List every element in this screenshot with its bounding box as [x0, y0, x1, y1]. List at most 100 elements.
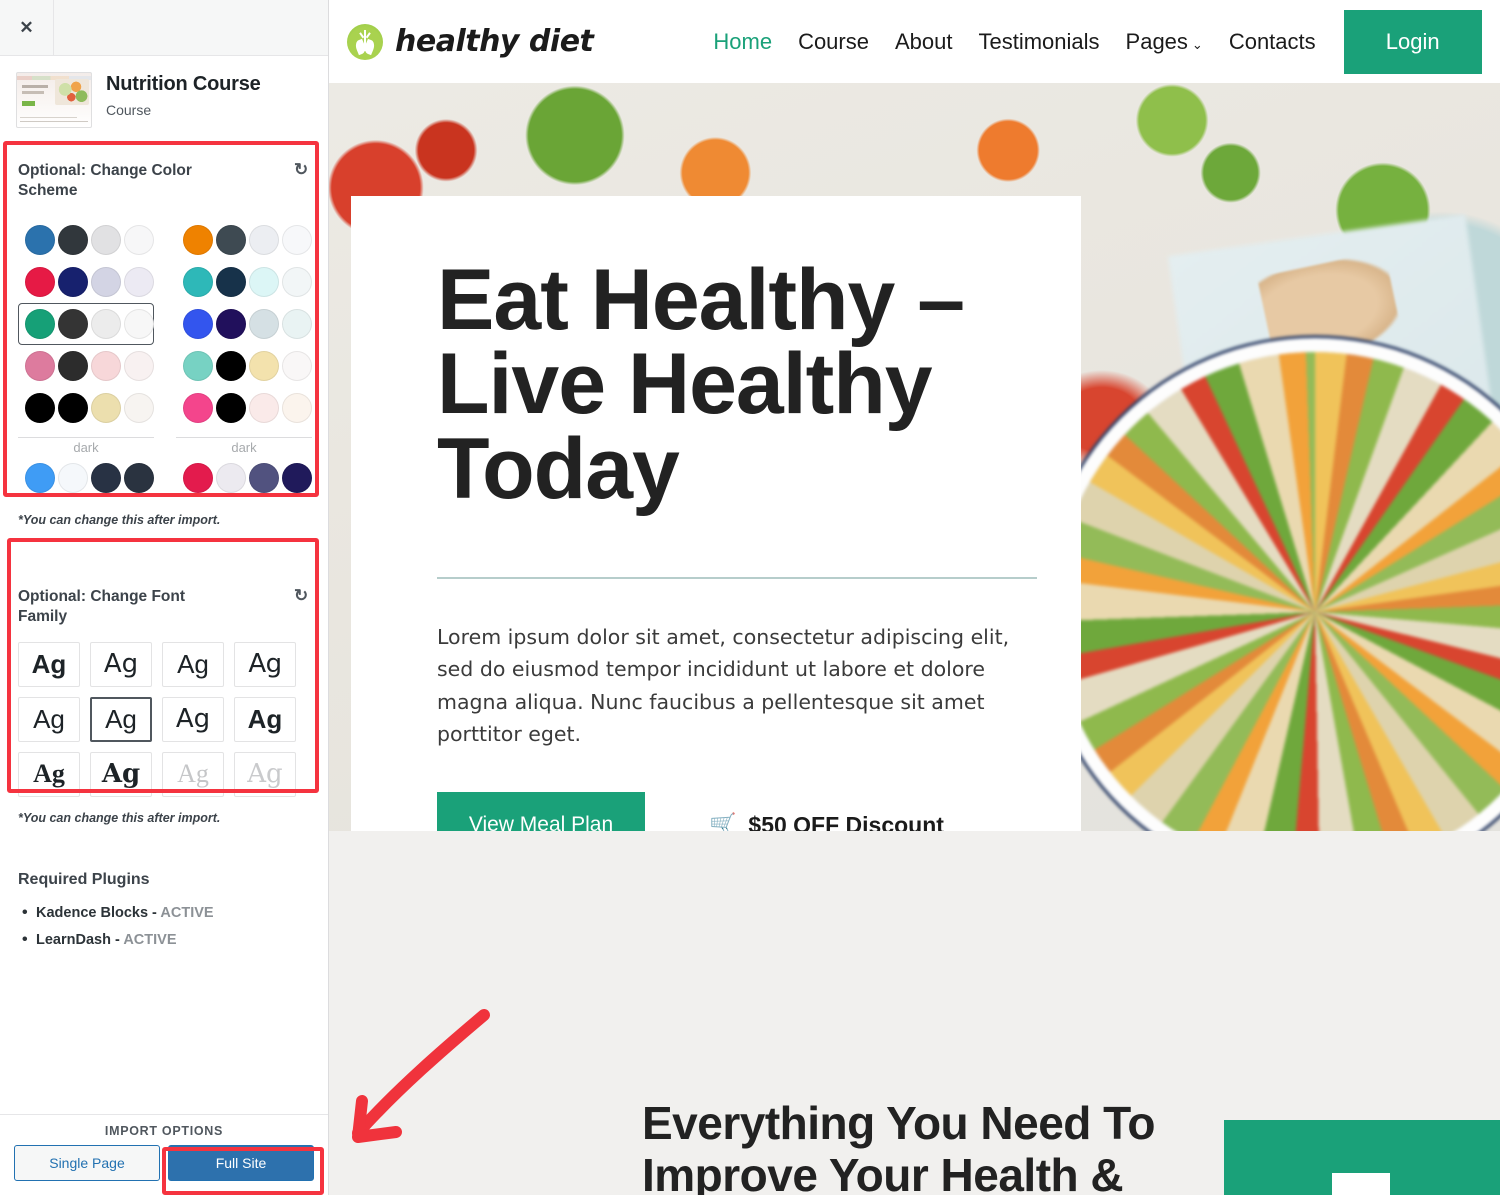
template-summary: Nutrition Course Course: [0, 56, 328, 142]
plugin-list: Kadence Blocks - ACTIVELearnDash - ACTIV…: [18, 904, 310, 949]
font-option-2[interactable]: Ag: [162, 641, 224, 687]
nav-item-testimonials[interactable]: Testimonials: [978, 29, 1099, 55]
color-swatch: [249, 225, 279, 256]
color-swatch: [91, 267, 121, 298]
hero-headline: Eat Healthy – Live Healthy Today: [437, 252, 965, 517]
color-palette-grid: dark dark: [18, 219, 312, 499]
color-palette-left-dark0[interactable]: [18, 457, 154, 499]
color-swatch: [216, 267, 246, 298]
feature-card-notch: [1332, 1173, 1390, 1195]
salad-plate: [1055, 352, 1500, 873]
hero-divider: [437, 576, 1037, 579]
feature-card-teal: [1224, 1120, 1500, 1195]
logo-ray-right: [365, 31, 371, 38]
color-swatch: [282, 267, 312, 298]
nav-item-about[interactable]: About: [895, 29, 953, 55]
template-type: Course: [106, 102, 152, 118]
color-swatch: [183, 267, 213, 298]
color-swatch: [183, 463, 213, 494]
reset-font-icon[interactable]: ↺: [292, 586, 310, 605]
reset-color-icon[interactable]: ↺: [292, 160, 310, 179]
color-palette-right-3[interactable]: [176, 345, 312, 387]
hero-card: Eat Healthy – Live Healthy Today Lorem i…: [351, 196, 1081, 906]
divider: [176, 437, 312, 439]
nav-item-home[interactable]: Home: [713, 29, 772, 55]
font-option-0[interactable]: Ag: [18, 641, 80, 687]
color-swatch: [183, 351, 213, 382]
color-swatch: [124, 309, 154, 340]
template-meta: Nutrition Course Course: [106, 72, 261, 118]
color-palette-left-2[interactable]: [18, 303, 154, 346]
color-swatch: [282, 463, 312, 494]
color-palette-right-0[interactable]: [176, 219, 312, 261]
nav-label: Testimonials: [978, 28, 1100, 54]
color-palette-right-1[interactable]: [176, 261, 312, 303]
color-swatch: [183, 225, 213, 256]
color-palette-left-0[interactable]: [18, 219, 154, 261]
font-option-8[interactable]: Ag: [18, 751, 80, 797]
color-note: *You can change this after import.: [18, 513, 221, 528]
section-heading: Everything You Need To Improve Your Heal…: [642, 1097, 1155, 1195]
site-logo[interactable]: healthy diet: [347, 23, 594, 60]
font-option-11[interactable]: Ag: [234, 751, 296, 797]
font-option-10[interactable]: Ag: [162, 751, 224, 797]
nav-item-contacts[interactable]: Contacts: [1229, 29, 1316, 55]
color-swatch: [58, 393, 88, 424]
nav-item-course[interactable]: Course: [798, 29, 869, 55]
color-palette-left-1[interactable]: [18, 261, 154, 303]
font-family-header: Optional: Change Font Family ↺: [18, 586, 310, 627]
color-swatch: [91, 309, 121, 340]
color-palette-right-4[interactable]: [176, 387, 312, 429]
color-swatch: [124, 393, 154, 424]
close-icon[interactable]: ✕: [0, 0, 54, 55]
color-swatch: [25, 351, 55, 382]
plugin-status: ACTIVE: [160, 904, 214, 921]
font-option-9[interactable]: Ag: [90, 751, 152, 797]
full-site-button[interactable]: Full Site: [168, 1145, 314, 1181]
color-swatch: [91, 225, 121, 256]
font-family-label: Optional: Change Font Family: [18, 588, 186, 626]
site-header: healthy diet Home Course About Testimonials…: [329, 0, 1500, 83]
nav-label: About: [894, 28, 953, 54]
color-swatch: [124, 351, 154, 382]
thumbnail-bar-1: [20, 121, 88, 122]
login-button[interactable]: Login: [1343, 9, 1482, 74]
color-swatch: [216, 309, 246, 340]
chevron-down-icon: ⌄: [1191, 36, 1203, 52]
palette-column-right: dark: [176, 219, 312, 499]
color-swatch: [91, 463, 121, 494]
font-option-6[interactable]: Ag: [162, 696, 224, 742]
font-family-panel: Optional: Change Font Family ↺ Ag Ag Ag Ag A…: [0, 586, 328, 825]
font-option-4[interactable]: Ag: [18, 696, 80, 742]
thumbnail-photo: [55, 79, 89, 105]
dark-separator-left: dark: [18, 437, 154, 455]
color-swatch: [282, 225, 312, 256]
nav-label: Contacts: [1228, 28, 1316, 54]
color-palette-left-4[interactable]: [18, 387, 154, 429]
import-options-bar: IMPORT OPTIONS Single Page Full Site: [0, 1114, 328, 1195]
color-swatch: [124, 267, 154, 298]
color-palette-left-3[interactable]: [18, 345, 154, 387]
color-palette-right-2[interactable]: [176, 303, 312, 345]
thumbnail-bar-2: [20, 117, 77, 118]
font-option-7[interactable]: Ag: [234, 696, 296, 742]
font-option-3[interactable]: Ag: [234, 641, 296, 687]
nav-label: Home: [713, 28, 773, 54]
color-swatch: [249, 351, 279, 382]
required-plugins-section: Required Plugins Kadence Blocks - ACTIVE…: [0, 871, 328, 949]
color-palette-right-dark0[interactable]: [176, 457, 312, 499]
color-swatch: [282, 393, 312, 424]
color-swatch: [216, 463, 246, 494]
color-swatch: [183, 309, 213, 340]
font-option-5[interactable]: Ag: [90, 696, 152, 742]
single-page-button[interactable]: Single Page: [14, 1145, 160, 1181]
leaf-logo-icon: [347, 23, 383, 60]
screenshot-root: ✕ Nutrition Course Course Optional: Chan…: [0, 0, 1500, 1195]
sidebar-topbar: ✕: [0, 0, 328, 56]
color-swatch: [249, 393, 279, 424]
nav-item-pages[interactable]: Pages ⌄: [1126, 29, 1203, 55]
color-swatch: [216, 225, 246, 256]
font-option-1[interactable]: Ag: [90, 641, 152, 687]
color-swatch: [282, 309, 312, 340]
color-scheme-header: Optional: Change Color Scheme ↺: [18, 160, 310, 201]
